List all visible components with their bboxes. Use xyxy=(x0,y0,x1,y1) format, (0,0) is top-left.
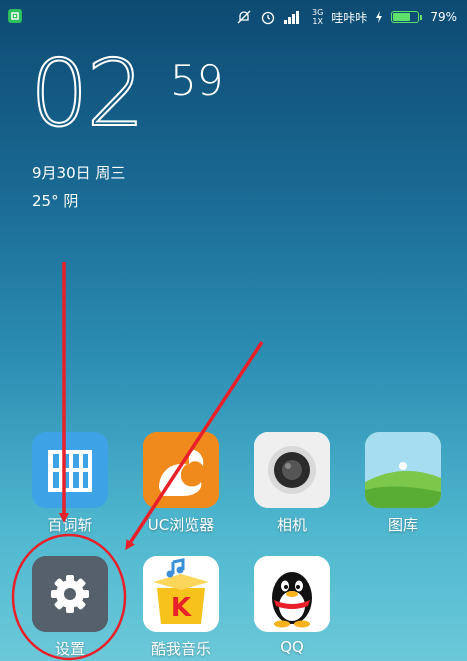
annotation-arrow-diagonal xyxy=(125,341,264,551)
annotation-overlay xyxy=(11,262,264,661)
annotation-circle xyxy=(11,533,127,661)
